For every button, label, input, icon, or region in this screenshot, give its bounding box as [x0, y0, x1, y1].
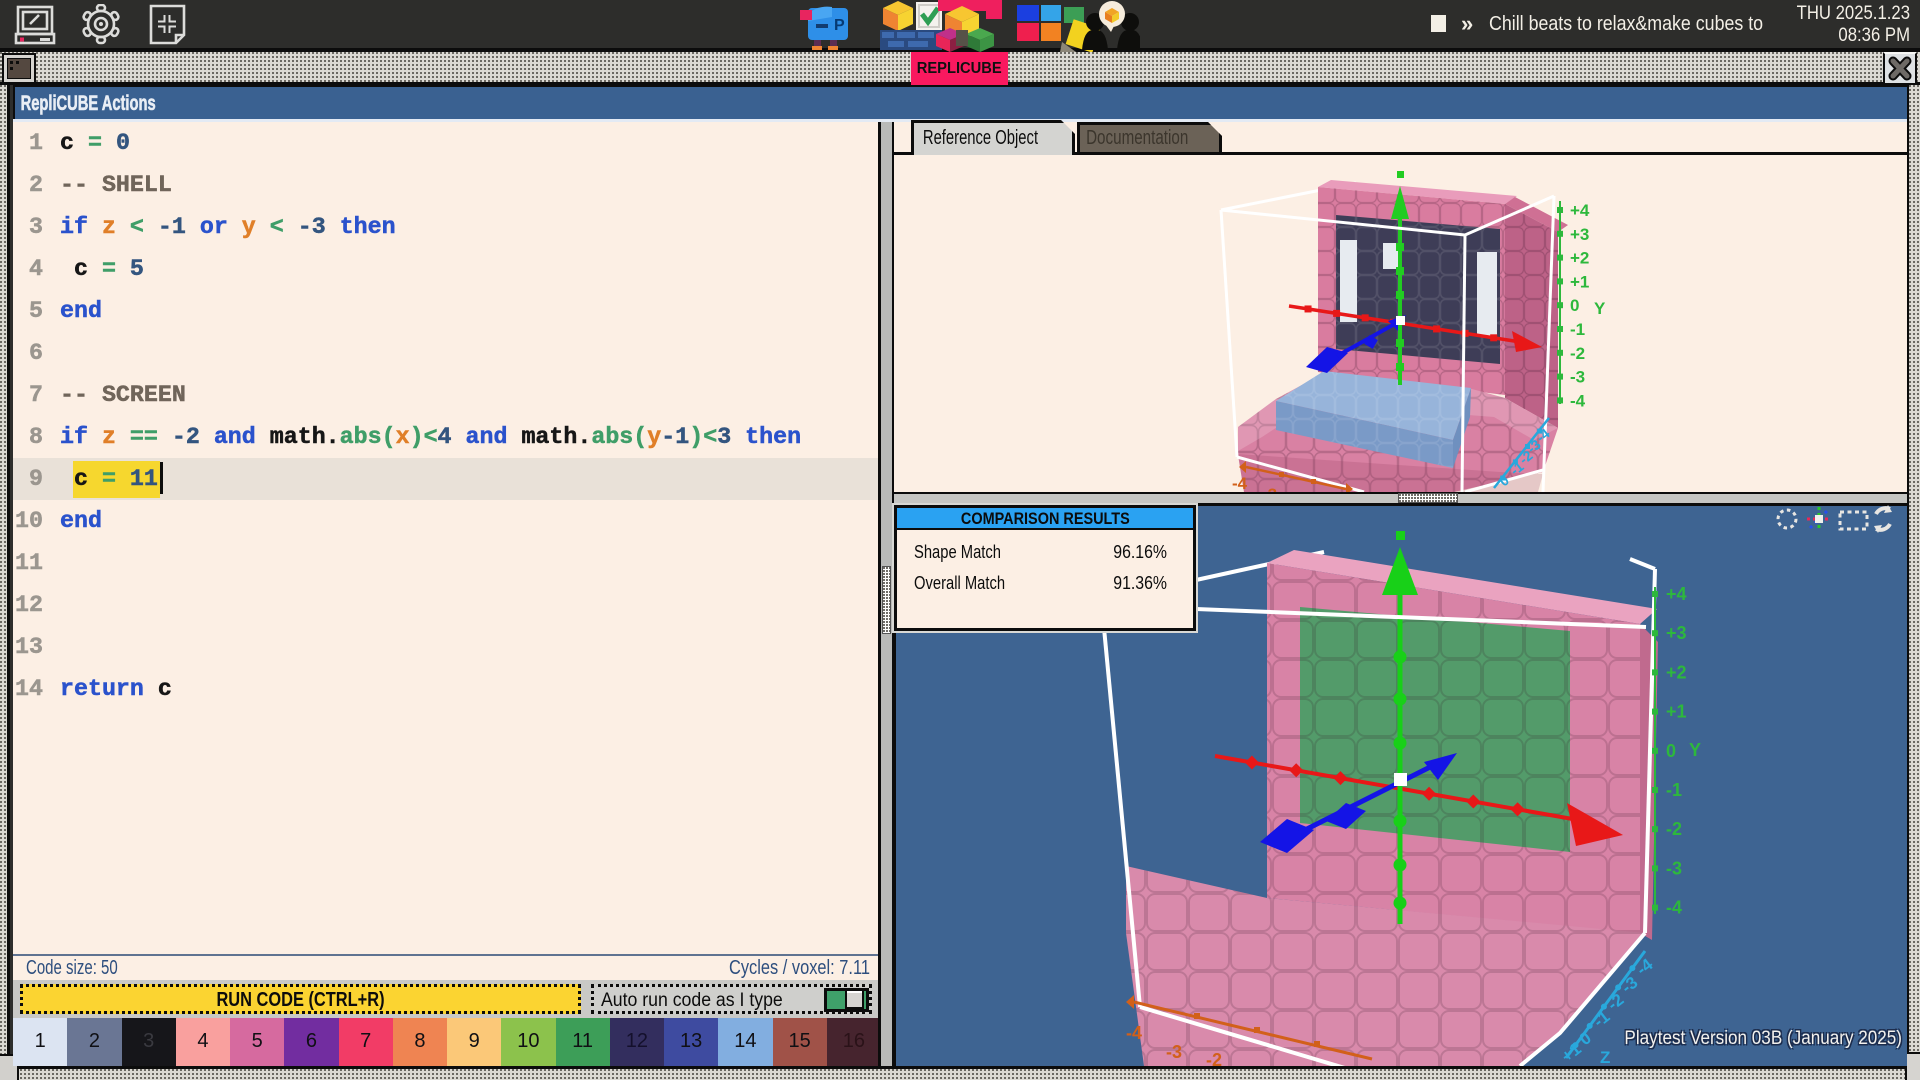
- svg-text:-4: -4: [1633, 955, 1657, 980]
- svg-text:-4: -4: [1570, 391, 1586, 410]
- svg-text:-1: -1: [1666, 780, 1682, 800]
- svg-text:+4: +4: [1666, 584, 1687, 604]
- svg-text:-4: -4: [1666, 898, 1682, 918]
- svg-text:-3: -3: [1262, 485, 1277, 492]
- svg-text:0: 0: [1576, 1028, 1595, 1049]
- svg-text:P: P: [834, 17, 845, 34]
- svg-text:Y: Y: [1689, 740, 1701, 760]
- svg-text:+3: +3: [1570, 225, 1589, 244]
- svg-text:-3: -3: [1166, 1042, 1182, 1062]
- svg-text:-3: -3: [1666, 858, 1682, 878]
- svg-text:0: 0: [1570, 296, 1579, 315]
- svg-text:-2: -2: [1666, 819, 1682, 839]
- svg-text:-3: -3: [1570, 368, 1585, 387]
- svg-text:+1: +1: [1666, 702, 1687, 722]
- svg-text:+3: +3: [1666, 623, 1687, 643]
- svg-text:-4: -4: [1126, 1023, 1142, 1043]
- svg-text:-2: -2: [1570, 344, 1585, 363]
- svg-text:-1: -1: [1590, 1007, 1614, 1031]
- svg-text:-3: -3: [1618, 973, 1642, 997]
- svg-text:0: 0: [1666, 741, 1676, 761]
- svg-text:Z: Z: [1600, 1048, 1610, 1066]
- svg-text:-2: -2: [1604, 990, 1628, 1014]
- svg-text:Y: Y: [1594, 299, 1606, 318]
- svg-text:+1: +1: [1558, 1039, 1585, 1066]
- svg-text:+1: +1: [1570, 272, 1589, 291]
- svg-text:+2: +2: [1570, 249, 1589, 268]
- svg-text:-1: -1: [1570, 320, 1585, 339]
- svg-text:-4: -4: [1232, 474, 1248, 492]
- svg-text:-2: -2: [1206, 1050, 1222, 1066]
- svg-text:+2: +2: [1666, 662, 1687, 682]
- svg-text:+4: +4: [1570, 201, 1590, 220]
